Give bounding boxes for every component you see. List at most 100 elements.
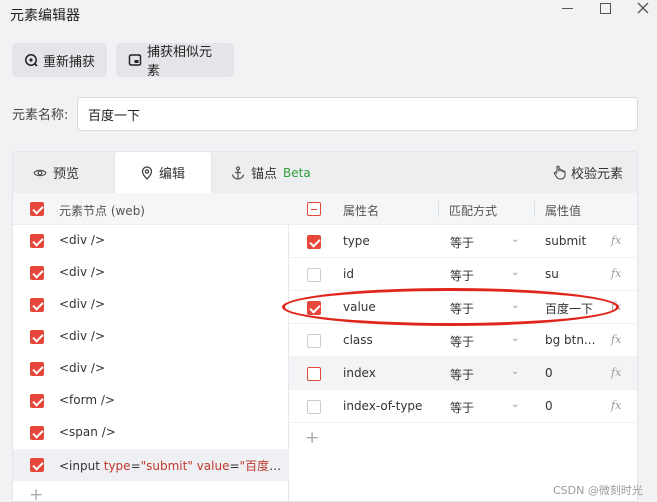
node-row[interactable]: <div />	[13, 321, 289, 353]
attribute-name: type	[343, 234, 370, 248]
node-checkbox[interactable]	[30, 362, 44, 376]
element-nodes-title: 元素节点 (web)	[59, 204, 145, 218]
tab-preview[interactable]: 预览	[33, 152, 79, 193]
attribute-checkbox[interactable]	[307, 400, 321, 414]
minimize-button[interactable]	[550, 0, 584, 16]
beta-badge: Beta	[283, 165, 311, 180]
chevron-down-icon[interactable]: ⌄	[511, 333, 519, 344]
attribute-name: value	[343, 300, 376, 314]
attribute-name: class	[343, 333, 373, 347]
attributes-panel: 属性名 匹配方式 属性值 type 等于 ⌄ submit fx id 等于 ⌄…	[289, 193, 637, 501]
attribute-value[interactable]: 0	[545, 399, 601, 413]
attribute-value[interactable]: su	[545, 267, 601, 281]
attribute-value[interactable]: bg btn...	[545, 333, 601, 347]
node-checkbox[interactable]	[30, 458, 44, 472]
attribute-checkbox[interactable]	[307, 367, 321, 381]
attribute-checkbox[interactable]	[307, 268, 321, 282]
node-text: <div />	[59, 233, 106, 247]
recapture-button[interactable]: 重新捕获	[12, 43, 107, 77]
chevron-down-icon[interactable]: ⌄	[511, 366, 519, 377]
node-checkbox[interactable]	[30, 266, 44, 280]
tab-anchor[interactable]: 锚点 Beta	[231, 152, 311, 193]
attribute-row[interactable]: id 等于 ⌄ su fx	[289, 258, 637, 291]
watermark: CSDN @微刻时光	[553, 484, 643, 497]
close-icon	[637, 2, 649, 14]
verify-element-label: 校验元素	[570, 167, 623, 182]
attribute-checkbox[interactable]	[307, 235, 321, 249]
tab-preview-label: 预览	[53, 167, 80, 182]
element-nodes-panel: 元素节点 (web) <div /> <div /> <div /> <div …	[13, 193, 289, 502]
node-row[interactable]: <div />	[13, 289, 289, 321]
attribute-row-hovered[interactable]: index 等于 ⌄ 0 fx	[289, 357, 637, 390]
node-checkbox[interactable]	[30, 330, 44, 344]
node-row-selected[interactable]: <input type="submit" value="百度一…	[13, 449, 289, 481]
match-select[interactable]: 等于	[450, 300, 474, 317]
add-node-plus-icon[interactable]: +	[29, 487, 43, 502]
node-row[interactable]: <span />	[13, 417, 289, 449]
capture-similar-button[interactable]: 捕获相似元素	[116, 43, 234, 79]
fx-icon[interactable]: fx	[611, 267, 621, 280]
element-nodes-header: 元素节点 (web)	[13, 193, 289, 225]
node-attr-value: "百度一…	[239, 459, 285, 473]
chevron-down-icon[interactable]: ⌄	[511, 399, 519, 410]
editor-panel: 预览 编辑 锚点 Beta 校验元素 元素节点 (web) <div /> <d…	[12, 151, 638, 502]
tab-anchor-label: 锚点	[251, 167, 278, 182]
close-button[interactable]	[626, 0, 657, 16]
node-row[interactable]: <div />	[13, 353, 289, 385]
node-attr-eq: =	[229, 459, 240, 473]
node-checkbox[interactable]	[30, 426, 44, 440]
minimize-icon	[561, 7, 573, 9]
fx-icon[interactable]: fx	[611, 300, 621, 313]
attribute-checkbox[interactable]	[307, 334, 321, 348]
add-attribute-plus-icon[interactable]: +	[305, 430, 319, 447]
chevron-down-icon[interactable]: ⌄	[511, 234, 519, 245]
select-all-nodes-checkbox[interactable]	[30, 202, 44, 216]
node-row[interactable]: <form />	[13, 385, 289, 417]
node-row[interactable]: <div />	[13, 225, 289, 257]
node-checkbox[interactable]	[30, 394, 44, 408]
element-name-input[interactable]	[77, 97, 638, 131]
maximize-icon	[599, 2, 611, 14]
location-pin-icon	[141, 165, 153, 180]
title-bar: 元素编辑器	[0, 0, 657, 30]
attr-name-column-header: 属性名	[343, 204, 380, 218]
attribute-name: index-of-type	[343, 399, 423, 413]
match-select[interactable]: 等于	[450, 267, 474, 284]
attribute-row[interactable]: type 等于 ⌄ submit fx	[289, 225, 637, 258]
match-select[interactable]: 等于	[450, 399, 474, 416]
fx-icon[interactable]: fx	[611, 234, 621, 247]
maximize-button[interactable]	[588, 0, 622, 16]
match-select[interactable]: 等于	[450, 333, 474, 350]
attribute-value[interactable]: 百度一下	[545, 300, 601, 317]
fx-icon[interactable]: fx	[611, 399, 621, 412]
tab-edit[interactable]: 编辑	[114, 152, 212, 193]
fx-icon[interactable]: fx	[611, 333, 621, 346]
attribute-row[interactable]: class 等于 ⌄ bg btn... fx	[289, 324, 637, 357]
capture-similar-label: 捕获相似元素	[147, 45, 213, 79]
node-attr-name: type	[103, 459, 131, 473]
attribute-row[interactable]: index-of-type 等于 ⌄ 0 fx	[289, 390, 637, 423]
node-row[interactable]: <div />	[13, 257, 289, 289]
attribute-value[interactable]: 0	[545, 366, 601, 380]
node-text: <div />	[59, 329, 106, 343]
hand-pointer-icon	[553, 165, 566, 180]
column-divider	[534, 201, 535, 217]
match-select[interactable]: 等于	[450, 366, 474, 383]
attribute-value[interactable]: submit	[545, 234, 601, 248]
fx-icon[interactable]: fx	[611, 366, 621, 379]
match-select[interactable]: 等于	[450, 234, 474, 251]
node-checkbox[interactable]	[30, 298, 44, 312]
node-attr-name: value	[196, 459, 230, 473]
attribute-name: index	[343, 366, 376, 380]
node-text: <form />	[59, 393, 115, 407]
select-all-attributes-checkbox[interactable]	[307, 202, 321, 216]
chevron-down-icon[interactable]: ⌄	[511, 300, 519, 311]
attr-value-column-header: 属性值	[545, 204, 582, 218]
chevron-down-icon[interactable]: ⌄	[511, 267, 519, 278]
node-checkbox[interactable]	[30, 234, 44, 248]
verify-element-button[interactable]: 校验元素	[553, 152, 623, 193]
attributes-header: 属性名 匹配方式 属性值	[289, 193, 637, 225]
attribute-checkbox[interactable]	[307, 301, 321, 315]
attribute-row[interactable]: value 等于 ⌄ 百度一下 fx	[289, 291, 637, 324]
tab-edit-label: 编辑	[158, 167, 185, 182]
